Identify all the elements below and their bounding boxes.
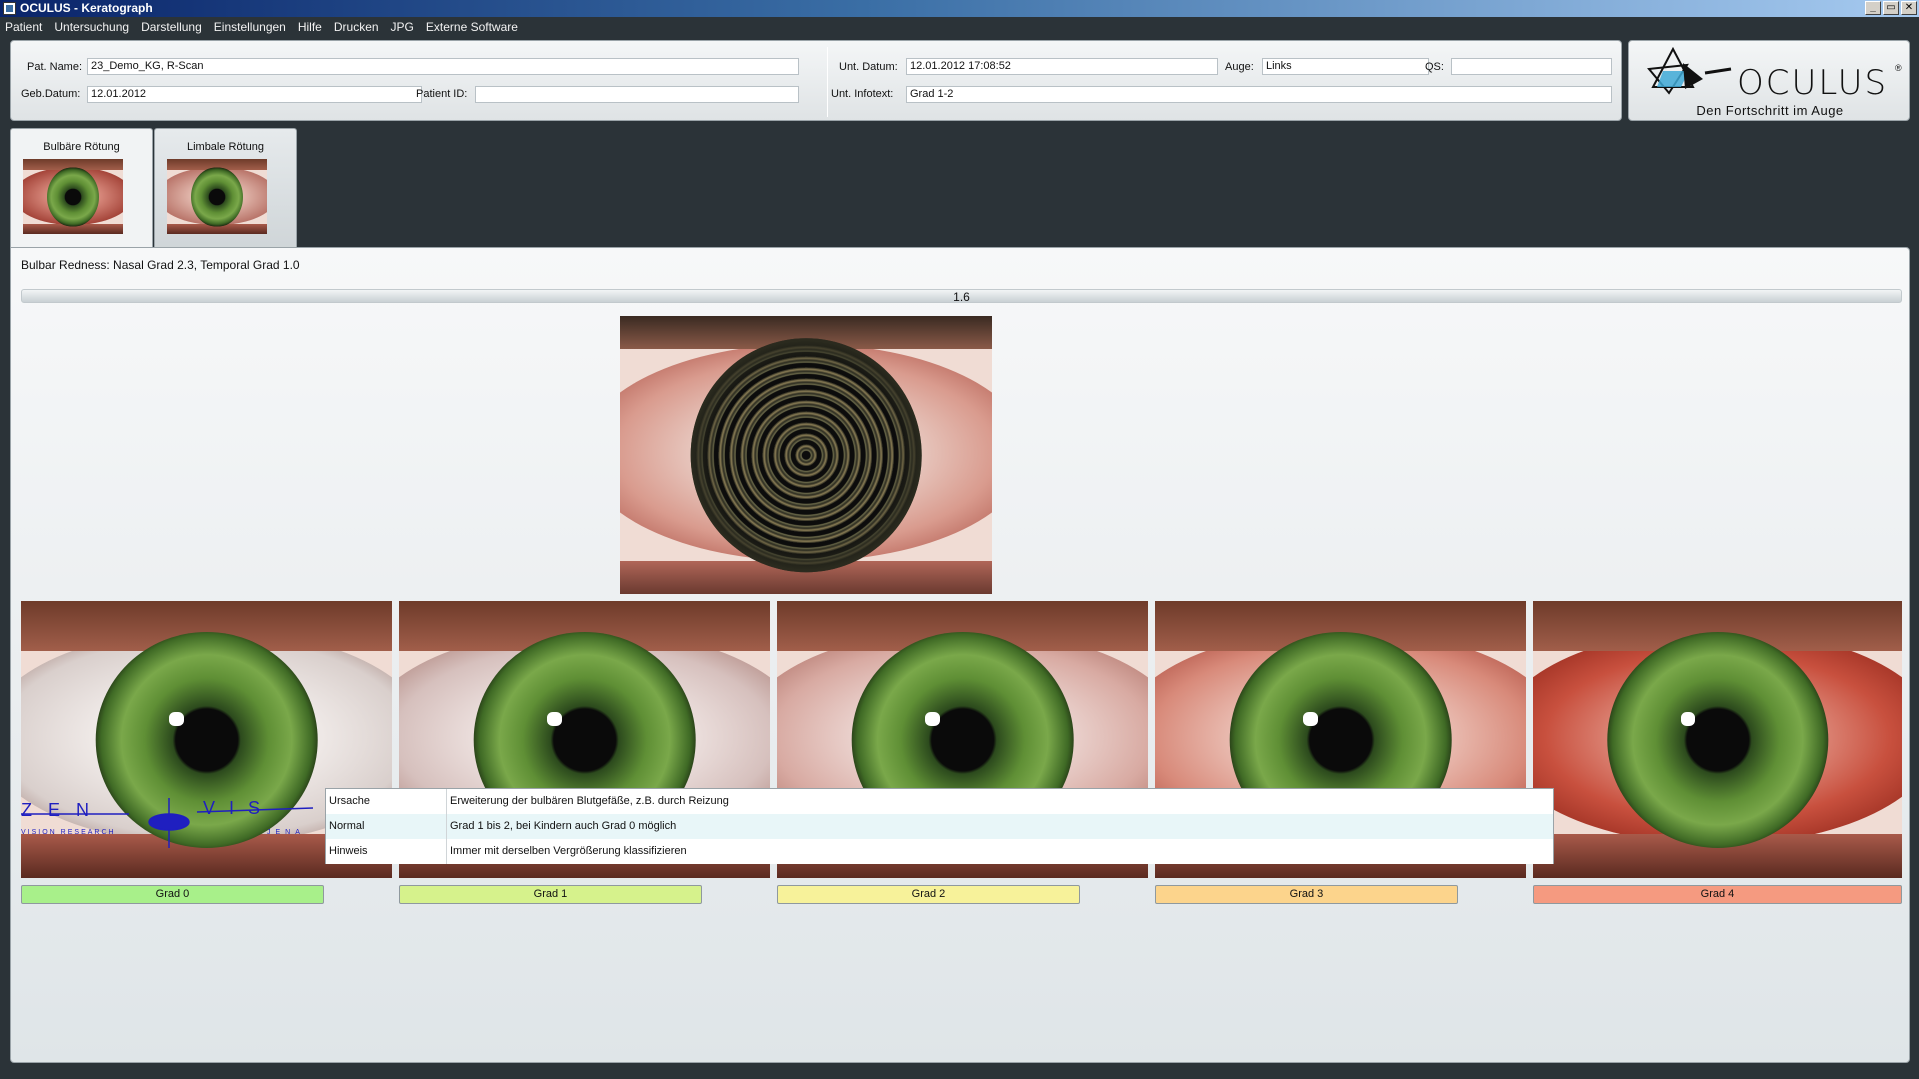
- patient-id-field[interactable]: [475, 86, 799, 103]
- grade-4-button[interactable]: Grad 4: [1533, 885, 1902, 904]
- bulbar-thumbnail: [23, 159, 123, 234]
- info-row-normal: Normal Grad 1 bis 2, bei Kindern auch Gr…: [326, 814, 1553, 839]
- menu-patient[interactable]: Patient: [5, 20, 48, 34]
- grade-0-button[interactable]: Grad 0: [21, 885, 324, 904]
- exam-infotext-label: Unt. Infotext:: [831, 88, 894, 100]
- info-row-hinweis: Hinweis Immer mit derselben Vergrößerung…: [326, 839, 1553, 864]
- restore-button[interactable]: ▭: [1883, 1, 1899, 15]
- info-value: Erweiterung der bulbären Blutgefäße, z.B…: [450, 795, 729, 807]
- exam-infotext-field[interactable]: Grad 1-2: [906, 86, 1612, 103]
- tab-bulbar-redness[interactable]: Bulbäre Rötung: [10, 128, 153, 252]
- patient-id-label: Patient ID:: [416, 88, 468, 100]
- menu-externe-software[interactable]: Externe Software: [426, 20, 524, 34]
- placido-scan-image[interactable]: [620, 316, 992, 594]
- window-title: OCULUS - Keratograph: [20, 1, 153, 15]
- patient-name-label: Pat. Name:: [27, 61, 83, 73]
- grade-2-button[interactable]: Grad 2: [777, 885, 1080, 904]
- zeiss-zen-vis-logo: ZEN VIS VISION RESEARCH JENA: [17, 798, 317, 848]
- dob-label: Geb.Datum:: [21, 88, 81, 100]
- tab-label: Limbale Rötung: [186, 141, 265, 153]
- zenvis-emblem-icon: ZEN VIS VISION RESEARCH JENA: [21, 798, 314, 848]
- app-icon: [3, 2, 16, 15]
- vis-word: VIS: [203, 798, 274, 818]
- tab-label: Bulbäre Rötung: [43, 141, 120, 153]
- menu-jpg[interactable]: JPG: [391, 20, 420, 34]
- bulbar-redness-panel: Bulbar Redness: Nasal Grad 2.3, Temporal…: [10, 247, 1910, 1063]
- menu-darstellung[interactable]: Darstellung: [141, 20, 208, 34]
- grade-4-reference-image[interactable]: [1533, 601, 1902, 878]
- menu-untersuchung[interactable]: Untersuchung: [54, 20, 135, 34]
- grade-1-button[interactable]: Grad 1: [399, 885, 702, 904]
- oculus-brand: OCULUS: [1737, 63, 1889, 103]
- qs-label: QS:: [1425, 61, 1444, 73]
- eye-label: Auge:: [1225, 61, 1254, 73]
- qs-field[interactable]: [1451, 58, 1612, 75]
- redness-info-table: Ursache Erweiterung der bulbären Blutgef…: [325, 788, 1554, 864]
- menu-einstellungen[interactable]: Einstellungen: [214, 20, 292, 34]
- eye-field[interactable]: Links: [1262, 58, 1429, 75]
- grade-3-button[interactable]: Grad 3: [1155, 885, 1458, 904]
- menu-drucken[interactable]: Drucken: [334, 20, 385, 34]
- limbal-thumbnail: [167, 159, 267, 234]
- header-divider: [827, 47, 828, 117]
- redness-score: 1.6: [953, 290, 970, 304]
- info-key: Normal: [329, 820, 365, 832]
- redness-result-text: Bulbar Redness: Nasal Grad 2.3, Temporal…: [21, 258, 300, 272]
- oculus-emblem-icon: [1647, 47, 1732, 95]
- oculus-logo-panel: OCULUS ® Den Fortschritt im Auge: [1628, 40, 1910, 121]
- info-value: Immer mit derselben Vergrößerung klassif…: [450, 845, 687, 857]
- exam-date-label: Unt. Datum:: [839, 61, 898, 73]
- jena-text: JENA: [267, 829, 305, 836]
- redness-scale-bar: 1.6: [21, 289, 1902, 304]
- menu-hilfe[interactable]: Hilfe: [298, 20, 328, 34]
- info-row-ursache: Ursache Erweiterung der bulbären Blutgef…: [326, 789, 1553, 814]
- window-controls: _ ▭ ✕: [1865, 1, 1917, 15]
- zen-word: ZEN: [21, 800, 105, 820]
- info-key: Hinweis: [329, 845, 368, 857]
- patient-name-field[interactable]: 23_Demo_KG, R-Scan: [87, 58, 799, 75]
- dob-field[interactable]: 12.01.2012: [87, 86, 422, 103]
- minimize-button[interactable]: _: [1865, 1, 1881, 15]
- info-key: Ursache: [329, 795, 370, 807]
- patient-info-panel: Pat. Name: 23_Demo_KG, R-Scan Geb.Datum:…: [10, 40, 1622, 121]
- title-bar: OCULUS - Keratograph _ ▭ ✕: [0, 0, 1919, 17]
- registered-mark: ®: [1895, 63, 1902, 73]
- oculus-tagline: Den Fortschritt im Auge: [1696, 103, 1844, 118]
- exam-date-field[interactable]: 12.01.2012 17:08:52: [906, 58, 1218, 75]
- close-button[interactable]: ✕: [1901, 1, 1917, 15]
- vision-research-text: VISION RESEARCH: [21, 829, 116, 836]
- tab-limbal-redness[interactable]: Limbale Rötung: [154, 128, 297, 250]
- menu-bar: Patient Untersuchung Darstellung Einstel…: [0, 17, 1919, 36]
- info-value: Grad 1 bis 2, bei Kindern auch Grad 0 mö…: [450, 820, 677, 832]
